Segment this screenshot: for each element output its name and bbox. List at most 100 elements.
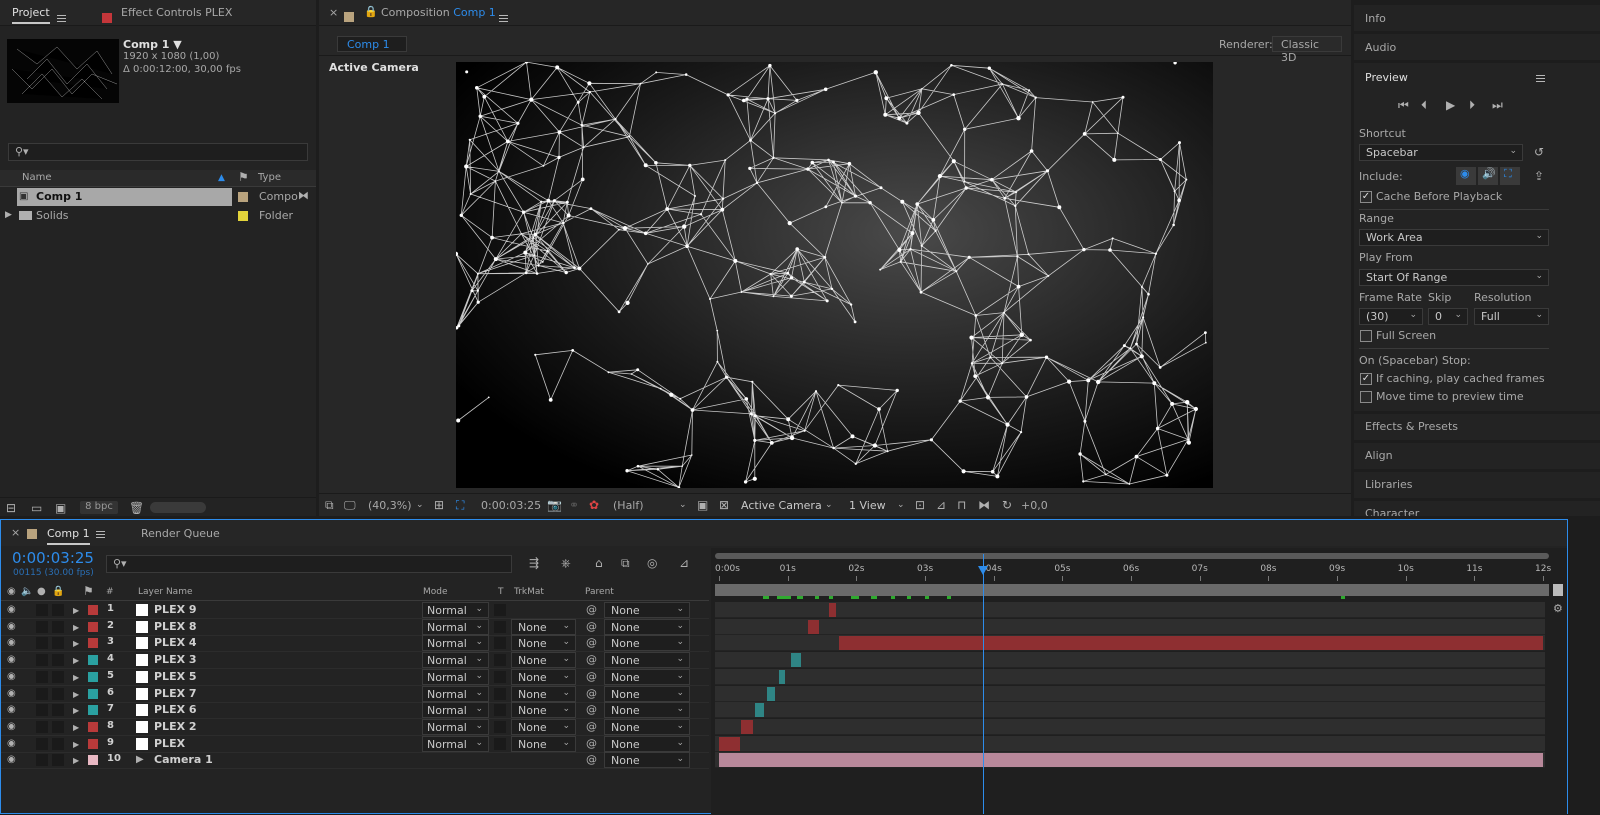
twirl-arrow-icon[interactable]: ▶: [73, 654, 79, 668]
eye-icon[interactable]: ◉: [7, 603, 16, 617]
pickwhip-icon[interactable]: @: [586, 687, 597, 701]
solo-switch[interactable]: [36, 604, 48, 616]
parent-dropdown[interactable]: None ⌄: [604, 752, 690, 768]
new-folder-icon[interactable]: ▭: [31, 501, 42, 515]
layer-name[interactable]: PLEX 9: [154, 603, 197, 616]
layer-name[interactable]: PLEX 5: [154, 670, 197, 683]
play-icon[interactable]: ▶: [1446, 98, 1455, 112]
pickwhip-icon[interactable]: @: [586, 737, 597, 751]
layer-color-swatch[interactable]: [88, 755, 98, 765]
lock-switch[interactable]: [52, 704, 64, 716]
twirl-arrow-icon[interactable]: ▶: [73, 604, 79, 618]
character-panel-header[interactable]: Character: [1354, 501, 1600, 516]
layer-duration-bar[interactable]: [754, 703, 764, 717]
bpc-button[interactable]: 8 bpc: [80, 501, 118, 514]
trkmat-dropdown[interactable]: None ⌄: [511, 686, 576, 702]
sort-up-icon[interactable]: ▲: [218, 171, 225, 185]
project-item[interactable]: ▣ Comp 1 Compo ⧓: [0, 188, 316, 206]
pickwhip-icon[interactable]: @: [586, 670, 597, 684]
graph-editor-icon[interactable]: ⊿: [679, 556, 689, 570]
layer-color-swatch[interactable]: [88, 689, 98, 699]
col-t[interactable]: T: [498, 587, 504, 597]
trkmat-dropdown[interactable]: None ⌄: [511, 736, 576, 752]
play-from-dropdown[interactable]: Start Of Range ⌄: [1359, 269, 1549, 286]
layer-name[interactable]: PLEX 8: [154, 620, 197, 633]
eye-icon[interactable]: ◉: [7, 687, 16, 701]
comp-mini-flowchart-icon[interactable]: ⇶: [529, 556, 539, 570]
chevron-down-icon[interactable]: ⌄: [897, 498, 905, 512]
layer-color-swatch[interactable]: [88, 705, 98, 715]
thumbnail-slider[interactable]: [150, 502, 206, 513]
preserve-transparency-switch[interactable]: [494, 738, 506, 750]
eye-icon[interactable]: ◉: [7, 670, 16, 684]
trkmat-dropdown[interactable]: None ⌄: [511, 652, 576, 668]
pickwhip-icon[interactable]: @: [586, 636, 597, 650]
pickwhip-icon[interactable]: @: [586, 620, 597, 634]
timeline-menu-icon[interactable]: [96, 531, 105, 538]
flowchart-icon[interactable]: ⧓: [298, 189, 309, 203]
project-search-input[interactable]: ⚲▾: [8, 143, 308, 161]
video-eye-icon[interactable]: ◉: [7, 585, 16, 599]
expand-arrow-icon[interactable]: ▶: [5, 208, 12, 222]
layer-row[interactable]: ◉ ▶ 3 PLEX 4 Normal ⌄ None ⌄ @ None ⌄: [1, 635, 709, 652]
timeline-search-input[interactable]: ⚲▾: [106, 555, 512, 573]
reset-exposure-icon[interactable]: ↻: [1002, 498, 1012, 512]
region-of-interest-icon[interactable]: ▣: [697, 498, 708, 512]
pickwhip-icon[interactable]: @: [586, 703, 597, 717]
twirl-arrow-icon[interactable]: ▶: [73, 754, 79, 768]
twirl-arrow-icon[interactable]: ▶: [73, 637, 79, 651]
layer-name[interactable]: PLEX 7: [154, 687, 197, 700]
lock-switch[interactable]: [52, 738, 64, 750]
layer-color-swatch[interactable]: [88, 622, 98, 632]
twirl-arrow-icon[interactable]: ▶: [73, 688, 79, 702]
layer-color-swatch[interactable]: [88, 655, 98, 665]
parent-dropdown[interactable]: None ⌄: [604, 719, 690, 735]
reset-icon[interactable]: ↺: [1534, 145, 1544, 159]
layer-color-swatch[interactable]: [88, 638, 98, 648]
shy-layers-icon[interactable]: ⌂: [595, 556, 603, 570]
effects-panel-header[interactable]: Effects & Presets: [1354, 414, 1600, 440]
col-layer-name[interactable]: Layer Name: [138, 587, 193, 597]
lock-icon[interactable]: 🔒: [52, 585, 64, 599]
twirl-arrow-icon[interactable]: ▶: [73, 621, 79, 635]
audio-panel-header[interactable]: Audio: [1354, 34, 1600, 60]
preserve-transparency-switch[interactable]: [494, 704, 506, 716]
preserve-transparency-switch[interactable]: [494, 654, 506, 666]
resolution-dropdown[interactable]: (Half): [613, 499, 644, 512]
solo-switch[interactable]: [36, 637, 48, 649]
project-item[interactable]: ▶ Solids Folder: [0, 207, 316, 225]
solo-switch[interactable]: [36, 654, 48, 666]
parent-dropdown[interactable]: None ⌄: [604, 602, 690, 618]
channel-icon[interactable]: ✿: [589, 498, 599, 512]
shortcut-dropdown[interactable]: Spacebar ⌄: [1359, 144, 1523, 161]
tab-render-queue[interactable]: Render Queue: [141, 527, 220, 540]
close-icon[interactable]: ×: [329, 6, 338, 19]
twirl-arrow-icon[interactable]: ▶: [73, 704, 79, 718]
layer-name[interactable]: PLEX 6: [154, 703, 197, 716]
pickwhip-icon[interactable]: @: [586, 720, 597, 734]
layer-name[interactable]: PLEX: [154, 737, 185, 750]
lock-switch[interactable]: [52, 754, 64, 766]
solo-switch[interactable]: [36, 721, 48, 733]
parent-dropdown[interactable]: None ⌄: [604, 652, 690, 668]
time-navigator[interactable]: [715, 553, 1549, 559]
lock-switch[interactable]: [52, 604, 64, 616]
camera-snapshot-icon[interactable]: 📷: [547, 498, 562, 512]
trkmat-dropdown[interactable]: None ⌄: [511, 635, 576, 651]
trkmat-dropdown[interactable]: None ⌄: [511, 702, 576, 718]
parent-dropdown[interactable]: None ⌄: [604, 635, 690, 651]
col-mode[interactable]: Mode: [423, 587, 448, 597]
layer-row[interactable]: ◉ ▶ 8 PLEX 2 Normal ⌄ None ⌄ @ None ⌄: [1, 719, 709, 736]
fast-previews-icon[interactable]: ⊿: [936, 498, 946, 512]
draft-3d-icon[interactable]: ⎈: [561, 556, 571, 570]
transparency-grid-icon[interactable]: ⛶: [456, 498, 464, 512]
composition-viewer[interactable]: [456, 62, 1213, 488]
lock-icon[interactable]: 🔒: [364, 5, 378, 18]
full-screen-checkbox[interactable]: [1360, 330, 1372, 342]
first-frame-icon[interactable]: ⏮: [1398, 98, 1409, 112]
close-icon[interactable]: ×: [11, 526, 20, 539]
frame-rate-dropdown[interactable]: (30) ⌄: [1359, 308, 1423, 325]
layer-name[interactable]: Camera 1: [154, 753, 213, 766]
work-area-bar[interactable]: [715, 584, 1549, 596]
layer-duration-bar[interactable]: [808, 620, 819, 634]
